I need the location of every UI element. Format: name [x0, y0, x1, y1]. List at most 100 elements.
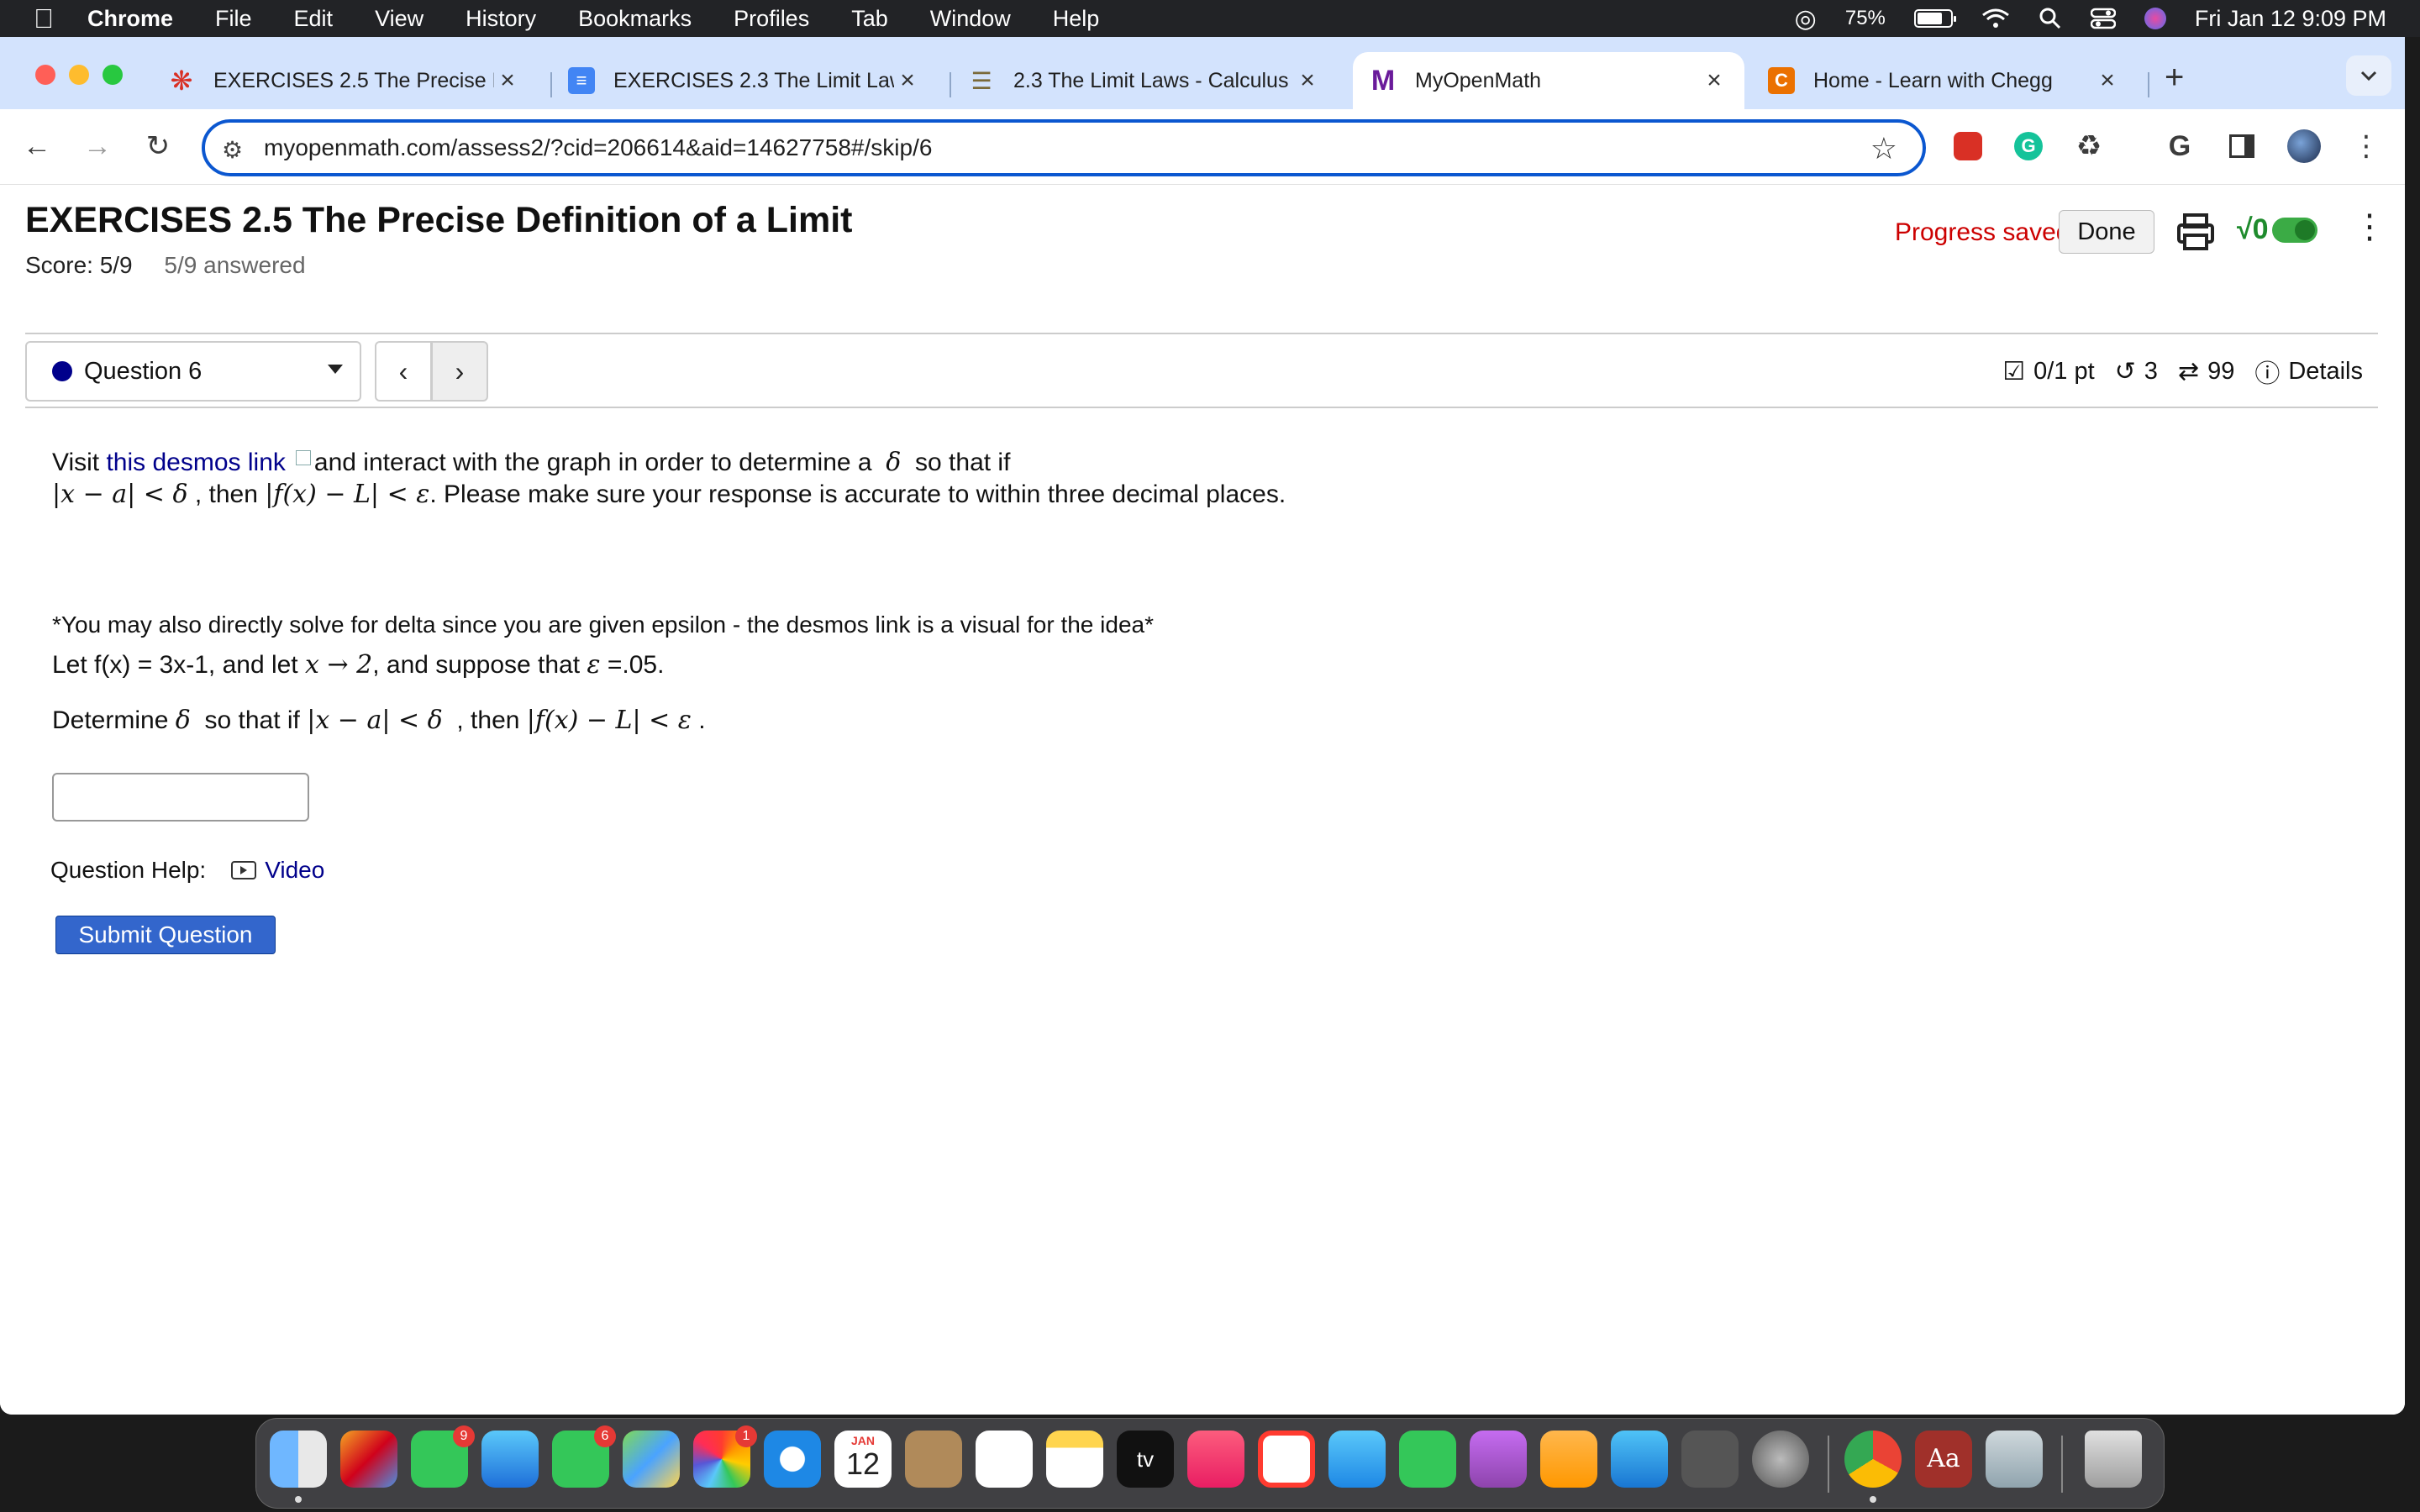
maps-icon[interactable] [623, 1431, 680, 1488]
tab-search-icon[interactable] [2346, 55, 2391, 96]
facetime-icon[interactable]: 6 [552, 1425, 616, 1488]
docs-favicon-icon: ≡ [568, 67, 595, 94]
chrome-icon[interactable] [1844, 1431, 1902, 1488]
adblock-extension-icon[interactable] [1948, 126, 1988, 166]
next-question-button[interactable]: › [431, 341, 488, 402]
reminders-icon[interactable] [976, 1431, 1033, 1488]
creative-cloud-icon[interactable]: ◎ [1795, 4, 1817, 34]
tab-myopenmath[interactable]: M MyOpenMath × [1353, 52, 1744, 109]
extensions-puzzle-icon[interactable]: ♻ [2069, 126, 2109, 166]
close-icon[interactable]: × [894, 66, 921, 95]
close-window-button[interactable] [35, 65, 55, 85]
google-icon[interactable]: G [2160, 126, 2200, 166]
close-icon[interactable]: × [1294, 66, 1321, 95]
toggle-switch[interactable] [2271, 217, 2317, 243]
question-prompt: Determine δ so that if |x − a| < δ , the… [52, 706, 706, 735]
tab-chegg[interactable]: C Home - Learn with Chegg × [1751, 52, 2138, 109]
video-link[interactable]: Video [265, 857, 324, 884]
menu-help[interactable]: Help [1053, 6, 1100, 32]
grammarly-extension-icon[interactable]: G [2008, 126, 2049, 166]
photos-icon[interactable]: 1 [693, 1425, 757, 1488]
info-icon[interactable]: ⓘ [2254, 353, 2280, 390]
submit-question-button[interactable]: Submit Question [55, 916, 276, 954]
close-icon[interactable]: × [494, 66, 521, 95]
pages-icon[interactable] [1540, 1431, 1597, 1488]
spotlight-search-icon[interactable] [2039, 7, 2062, 30]
question-text: Visit this desmos link and interact with … [52, 447, 2069, 511]
finder-icon[interactable] [270, 1431, 327, 1488]
preview-icon[interactable] [1986, 1431, 2043, 1488]
forward-icon[interactable]: → [77, 126, 118, 166]
question-text-segment: Visit [52, 449, 107, 476]
menu-profiles[interactable]: Profiles [734, 6, 809, 32]
safari-icon[interactable] [764, 1431, 821, 1488]
math-entry-toggle[interactable]: √0 [2237, 213, 2317, 246]
close-icon[interactable]: × [2094, 66, 2121, 95]
menu-tab[interactable]: Tab [851, 6, 888, 32]
chrome-menu-icon[interactable]: ⋮ [2346, 126, 2386, 166]
back-icon[interactable]: ← [17, 126, 57, 166]
zoom-window-button[interactable] [103, 65, 123, 85]
menu-file[interactable]: File [215, 6, 252, 32]
menubar:  Chrome File Edit View History Bookmark… [0, 0, 2420, 37]
question-select[interactable]: Question 6 [25, 341, 361, 402]
notes-icon[interactable] [1046, 1431, 1103, 1488]
menu-history[interactable]: History [466, 6, 536, 32]
trash-icon[interactable] [2085, 1431, 2142, 1488]
desmos-link[interactable]: this desmos link [106, 449, 285, 476]
numbers-icon[interactable] [1399, 1431, 1456, 1488]
messages-icon[interactable]: 9 [411, 1425, 475, 1488]
more-options-icon[interactable]: ⋮ [2353, 210, 2386, 244]
question-setup: Let f(x) = 3x-1, and let x → 2, and supp… [52, 650, 664, 680]
browser-window: ❋ EXERCISES 2.5 The Precise Definition o… [0, 37, 2405, 1415]
dictionary-icon[interactable]: Aa [1915, 1431, 1972, 1488]
close-icon[interactable]: × [1701, 66, 1728, 95]
tab-exercises-2-5[interactable]: ❋ EXERCISES 2.5 The Precise Definition o… [151, 52, 538, 109]
podcasts-icon[interactable] [1470, 1431, 1527, 1488]
apple-tv-icon[interactable]: tv [1117, 1431, 1174, 1488]
video-icon[interactable] [231, 861, 257, 879]
apple-icon[interactable]:  [0, 3, 87, 34]
app-store-icon[interactable] [1611, 1431, 1668, 1488]
answer-input[interactable] [52, 773, 309, 822]
menu-view[interactable]: View [375, 6, 424, 32]
side-panel-icon[interactable] [2222, 126, 2262, 166]
control-center-icon[interactable] [2090, 8, 2116, 29]
done-button[interactable]: Done [2059, 210, 2154, 254]
chegg-favicon-icon: C [1768, 67, 1795, 94]
battery-percent: 75% [1844, 7, 1886, 29]
tab-limit-laws-calculus[interactable]: ☰ 2.3 The Limit Laws - Calculus × [951, 52, 1338, 109]
battery-icon[interactable] [1913, 9, 1956, 28]
siri-icon[interactable] [2144, 8, 2166, 29]
menu-window[interactable]: Window [930, 6, 1011, 32]
tab-exercises-2-3[interactable]: ≡ EXERCISES 2.3 The Limit Laws × [551, 52, 938, 109]
new-tab-icon[interactable]: + [2165, 59, 2184, 97]
wifi-icon[interactable] [1981, 8, 2010, 29]
reload-icon[interactable]: ↻ [138, 126, 178, 166]
contacts-icon[interactable] [905, 1431, 962, 1488]
system-settings-icon[interactable] [1752, 1431, 1809, 1488]
menubar-clock[interactable]: Fri Jan 12 9:09 PM [2195, 6, 2386, 32]
checkbox-icon: ☑ [2002, 357, 2026, 386]
launchpad-icon[interactable] [340, 1431, 397, 1488]
profile-avatar[interactable] [2284, 126, 2324, 166]
menu-bookmarks[interactable]: Bookmarks [578, 6, 692, 32]
menu-edit[interactable]: Edit [294, 6, 334, 32]
mail-icon[interactable] [481, 1431, 539, 1488]
calendar-icon[interactable]: JAN 12 [834, 1431, 892, 1488]
menu-app-name[interactable]: Chrome [87, 6, 173, 32]
music-icon[interactable] [1187, 1431, 1244, 1488]
bookmark-star-icon[interactable]: ☆ [1870, 131, 1897, 166]
question-info: ☑ 0/1 pt ↺ 3 ⇄ 99 ⓘ Details [2002, 353, 2363, 390]
accuracy-instruction: . Please make sure your response is accu… [429, 480, 1286, 508]
details-link[interactable]: Details [2288, 358, 2363, 386]
news-icon[interactable] [1258, 1431, 1315, 1488]
previous-question-button[interactable]: ‹ [375, 341, 432, 402]
url-text[interactable]: myopenmath.com/assess2/?cid=206614&aid=1… [264, 134, 932, 161]
address-bar[interactable]: ⚙ myopenmath.com/assess2/?cid=206614&aid… [202, 119, 1926, 176]
site-settings-icon[interactable]: ⚙ [222, 136, 243, 164]
calculator-icon[interactable] [1681, 1431, 1739, 1488]
minimize-window-button[interactable] [69, 65, 89, 85]
print-icon[interactable] [2176, 208, 2215, 255]
keynote-icon[interactable] [1328, 1431, 1386, 1488]
